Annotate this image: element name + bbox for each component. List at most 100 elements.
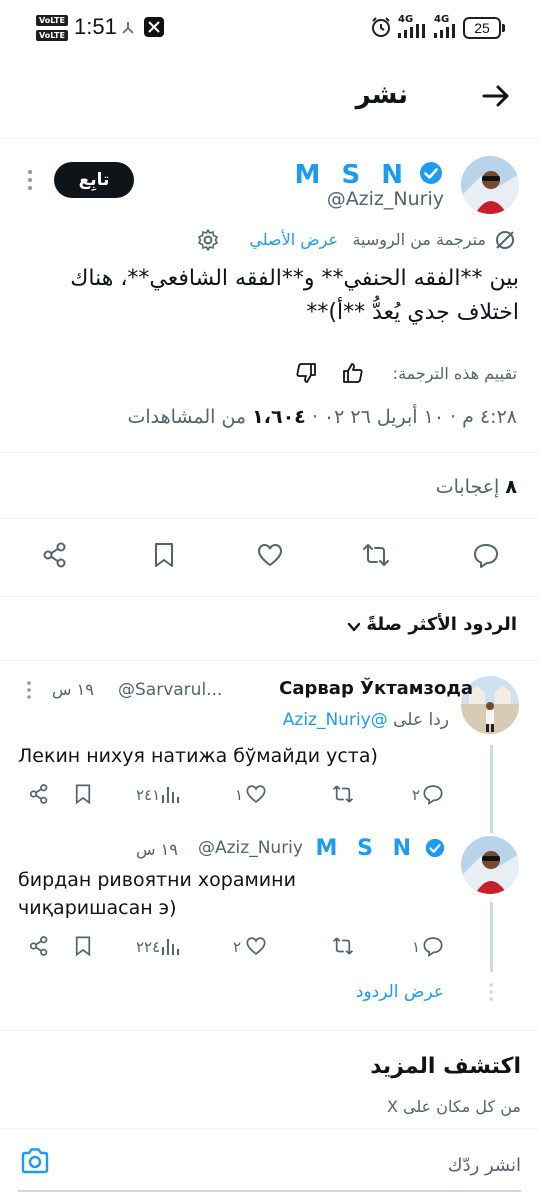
likes-summary[interactable]: ٨ إعجابات bbox=[436, 476, 517, 498]
heart-icon bbox=[258, 544, 282, 566]
replying-to-handle[interactable]: @Aziz_Nuriy bbox=[283, 710, 388, 730]
discover-title: اكتشف المزيد bbox=[370, 1054, 521, 1079]
signal-2-icon bbox=[434, 24, 460, 38]
verified-badge-icon bbox=[419, 161, 443, 185]
reply-1-repost-button[interactable] bbox=[332, 783, 354, 805]
bookmark-icon bbox=[155, 543, 173, 567]
thread-dots-icon bbox=[486, 982, 496, 1002]
reply-2-views-count: ٢٢٤ bbox=[136, 938, 161, 956]
show-original-link[interactable]: عرض الأصلي bbox=[249, 230, 338, 249]
reply-icon bbox=[474, 544, 498, 568]
thumbs-up-icon[interactable] bbox=[341, 361, 365, 385]
reply-2-views-icon[interactable] bbox=[160, 935, 180, 957]
compose-input[interactable]: انشر ردّك bbox=[448, 1155, 521, 1176]
reply-1-handle[interactable]: @Sarvarul... bbox=[118, 680, 222, 700]
reply-1-views-count: ٢٤١ bbox=[136, 786, 161, 804]
like-button[interactable] bbox=[256, 541, 284, 569]
tweet-meta: ٤:٢٨ م · ١٠ أبريل ٢٦ ٠٢ · ١،٦٠٤ من المشا… bbox=[127, 406, 517, 428]
reply-2-replies-count: ١ bbox=[412, 938, 421, 956]
camera-icon bbox=[21, 1148, 49, 1174]
views-count: ١،٦٠٤ bbox=[252, 406, 306, 428]
translation-settings-gear-icon[interactable] bbox=[196, 228, 220, 252]
arrow-right-icon bbox=[482, 85, 509, 107]
back-button[interactable] bbox=[480, 80, 512, 112]
signal-1-icon bbox=[398, 24, 430, 38]
follow-button[interactable]: تابِع bbox=[54, 162, 134, 198]
reply-1-time: ١٩ س bbox=[52, 680, 94, 699]
reply-icon bbox=[423, 937, 443, 957]
reply-2-avatar[interactable] bbox=[461, 836, 519, 894]
views-icon bbox=[162, 787, 179, 803]
meta-divider bbox=[0, 452, 539, 453]
reply-2-bookmark-button[interactable] bbox=[72, 935, 94, 957]
translate-icon bbox=[494, 229, 516, 251]
thread-line-2 bbox=[490, 902, 493, 972]
compose-underline bbox=[18, 1190, 521, 1192]
tweet-time: ٤:٢٨ م bbox=[462, 406, 517, 428]
repost-icon bbox=[363, 544, 389, 566]
camera-button[interactable] bbox=[20, 1147, 50, 1175]
reply-1-replying-to: ردا على @Aziz_Nuriy bbox=[283, 710, 449, 730]
share-icon bbox=[29, 784, 48, 804]
reply-2-reply-button[interactable] bbox=[422, 935, 444, 957]
reply-1-more-icon[interactable] bbox=[24, 680, 34, 700]
author-handle[interactable]: @Aziz_Nuriy bbox=[327, 188, 444, 210]
reply-1-bookmark-button[interactable] bbox=[72, 783, 94, 805]
reply-1-share-button[interactable] bbox=[28, 783, 50, 805]
reply-2-author-name[interactable]: M S N bbox=[316, 836, 417, 861]
sort-label: الردود الأكثر صلةً bbox=[366, 614, 517, 635]
reply-1-like-button[interactable] bbox=[245, 783, 267, 805]
views-icon bbox=[162, 939, 179, 955]
page-title: نشر bbox=[355, 80, 408, 110]
show-replies-link[interactable]: عرض الردود bbox=[356, 982, 444, 1002]
reply-2-time: ١٩ س bbox=[136, 840, 178, 859]
volte-2-badge: VoLTE 2 bbox=[36, 30, 68, 51]
reply-button[interactable] bbox=[472, 541, 500, 569]
volte-1-badge: VoLTE 1 bbox=[36, 15, 68, 36]
reply-icon bbox=[423, 785, 443, 805]
thread-line bbox=[490, 745, 493, 833]
author-avatar[interactable] bbox=[461, 156, 519, 214]
reply-1-author-name[interactable]: Сарвар Ўктамзода bbox=[279, 678, 473, 699]
replying-to-label: ردا على bbox=[393, 710, 449, 730]
reply-1-likes-count: ١ bbox=[235, 786, 244, 804]
likes-count: ٨ bbox=[505, 476, 517, 498]
reply-2-repost-button[interactable] bbox=[332, 935, 354, 957]
likes-label: إعجابات bbox=[435, 476, 500, 498]
battery-indicator: 25 bbox=[463, 17, 505, 39]
more-options-icon[interactable] bbox=[24, 168, 36, 192]
heart-icon bbox=[246, 937, 266, 955]
reply-2-share-button[interactable] bbox=[28, 935, 50, 957]
share-button[interactable] bbox=[41, 541, 69, 569]
repost-icon bbox=[332, 937, 354, 955]
actions-divider bbox=[0, 596, 539, 597]
bookmark-button[interactable] bbox=[150, 541, 178, 569]
header-divider bbox=[0, 138, 539, 139]
reply-1-replies-count: ٢ bbox=[412, 786, 421, 804]
reply-2-likes-count: ٢ bbox=[233, 938, 242, 956]
sort-divider bbox=[0, 660, 539, 661]
discover-divider bbox=[0, 1030, 539, 1031]
share-icon bbox=[43, 542, 66, 568]
status-time: 1:51 bbox=[74, 14, 117, 39]
reply-1-views-icon[interactable] bbox=[160, 783, 180, 805]
repost-icon bbox=[332, 785, 354, 803]
likes-divider bbox=[0, 518, 539, 519]
chevron-down-icon[interactable] bbox=[346, 619, 362, 635]
reply-2-like-button[interactable] bbox=[245, 935, 267, 957]
author-name[interactable]: M S N bbox=[295, 160, 409, 190]
tweet-date: ١٠ أبريل ٢٦ ٠٢ bbox=[323, 406, 445, 428]
reply-2-text: бирдан ривоятни хорамини чиқаришасан э) bbox=[18, 869, 296, 919]
reply-2-verified-badge-icon bbox=[425, 838, 445, 858]
views-label: من المشاهدات bbox=[127, 406, 247, 428]
rate-translation-label: تقييم هذه الترجمة: bbox=[392, 364, 517, 383]
repost-button[interactable] bbox=[362, 541, 390, 569]
thumbs-down-icon[interactable] bbox=[294, 361, 318, 385]
reply-1-text: Лекин нихуя натижа бўмайди уста) bbox=[18, 745, 378, 767]
reply-1-reply-button[interactable] bbox=[422, 783, 444, 805]
reply-2-handle[interactable]: @Aziz_Nuriy bbox=[198, 838, 303, 858]
sort-replies-dropdown[interactable]: الردود الأكثر صلةً bbox=[366, 614, 517, 635]
share-icon bbox=[29, 936, 48, 956]
alarm-icon bbox=[370, 16, 392, 38]
status-bar: VoLTE 1 VoLTE 2 1:51 4G 4G 25 bbox=[0, 0, 539, 56]
